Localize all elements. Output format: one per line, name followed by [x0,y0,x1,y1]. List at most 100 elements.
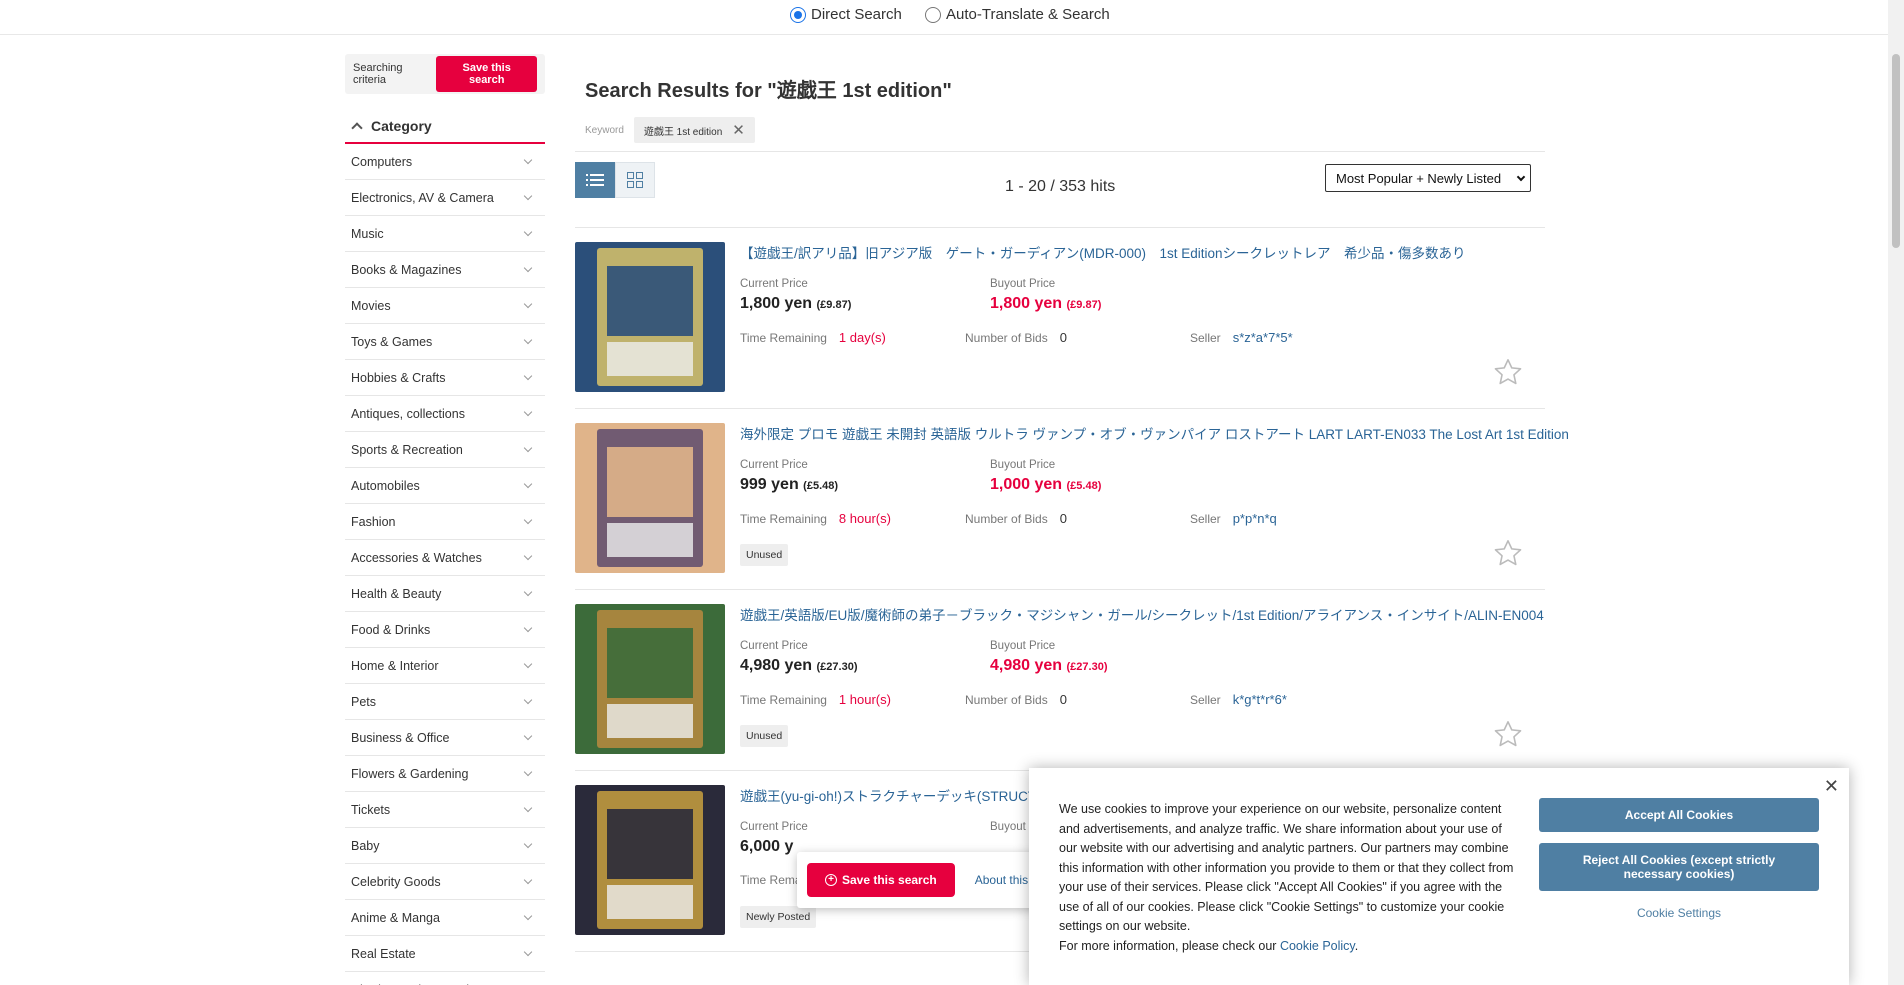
chevron-down-icon [523,731,533,740]
category-item[interactable]: Health & Beauty [345,576,545,612]
category-item[interactable]: Real Estate [345,936,545,972]
search-mode-bar: Direct Search Auto-Translate & Search [0,0,1888,35]
current-price-gbp: (£9.87) [816,299,852,311]
category-list: Computers Electronics, AV & Camera Music Bo… [345,144,545,985]
star-icon[interactable] [1493,720,1523,753]
category-item[interactable]: Sports & Recreation [345,432,545,468]
category-item[interactable]: Accessories & Watches [345,540,545,576]
category-item[interactable]: Celebrity Goods [345,864,545,900]
item-title-link[interactable]: 遊戯王(yu-gi-oh!)ストラクチャーデッキ(STRUCT [740,785,1036,805]
current-price-value: 4,980 yen (£27.30) [740,657,858,675]
category-header[interactable]: Category [345,110,545,144]
category-item[interactable]: Flowers & Gardening [345,756,545,792]
category-item[interactable]: Electronics, AV & Camera [345,180,545,216]
item-title-link[interactable]: 【遊戯王/訳アリ品】旧アジア版 ゲート・ガーディアン(MDR-000) 1st … [740,242,1466,262]
item-title-link[interactable]: 海外限定 プロモ 遊戯王 未開封 英語版 ウルトラ ヴァンプ・オブ・ヴァンパイア… [740,423,1569,443]
bids-value: 0 [1059,330,1067,345]
category-item[interactable]: Baby [345,828,545,864]
list-view-button[interactable] [575,162,615,198]
cookie-text: We use cookies to improve your experienc… [1059,802,1514,933]
number-of-bids: Number of Bids 0 [965,511,1067,526]
category-label: Antiques, collections [351,406,465,421]
buyout-price-value: 4,980 yen (£27.30) [990,657,1108,675]
grid-view-button[interactable] [615,162,655,198]
category-item[interactable]: Computers [345,144,545,180]
accept-cookies-button[interactable]: Accept All Cookies [1539,798,1819,832]
seller: Seller k*g*t*r*6* [1190,692,1287,707]
category-label: Tickets [351,802,391,817]
category-item[interactable]: Automobiles [345,468,545,504]
time-remaining-label: Time Remai [740,873,805,887]
chevron-down-icon [523,551,533,560]
chevron-down-icon [523,155,533,164]
item-thumbnail[interactable] [575,604,725,754]
number-of-bids: Number of Bids 0 [965,692,1067,707]
chevron-down-icon [523,695,533,704]
save-search-button[interactable]: Save this search [436,56,537,92]
time-remaining-label: Time Remaining [740,692,827,707]
category-item[interactable]: Movies [345,288,545,324]
buyout-price-value: 1,800 yen (£9.87) [990,295,1101,313]
category-item[interactable]: Food & Drinks [345,612,545,648]
chevron-down-icon [523,371,533,380]
category-item[interactable]: Hobbies & Crafts [345,360,545,396]
item-thumbnail[interactable] [575,242,725,392]
time-remaining: Time Remai [740,873,804,887]
cookie-policy-link[interactable]: Cookie Policy [1280,939,1355,953]
page-scrollbar[interactable] [1888,0,1904,985]
item-thumbnail[interactable] [575,423,725,573]
category-item[interactable]: Home & Interior [345,648,545,684]
category-item[interactable]: Pets [345,684,545,720]
chevron-up-icon [351,122,363,134]
category-item[interactable]: Books & Magazines [345,252,545,288]
chevron-down-icon [523,479,533,488]
item-title-link[interactable]: 遊戯王/英語版/EU版/魔術師の弟子－ブラック・マジシャン・ガール/シークレット… [740,604,1544,624]
star-icon[interactable] [1493,539,1523,572]
reject-cookies-button[interactable]: Reject All Cookies (except strictly nece… [1539,843,1819,891]
current-price-gbp: (£5.48) [803,480,839,492]
seller-value[interactable]: k*g*t*r*6* [1233,692,1287,707]
buyout-price-block: Buyout [990,821,1026,833]
about-link[interactable]: About this [975,873,1028,887]
close-icon[interactable]: ✕ [1824,776,1839,797]
current-price-yen: 999 yen [740,476,799,493]
category-item[interactable]: Tickets [345,792,545,828]
category-item[interactable]: Music [345,216,545,252]
chevron-down-icon [523,947,533,956]
radio-unselected-icon [925,6,941,23]
keyword-value: 遊戯王 1st edition [643,126,723,138]
current-price-label: Current Price [740,821,808,833]
star-icon[interactable] [1493,358,1523,391]
category-item[interactable]: Fashion [345,504,545,540]
close-icon[interactable]: ✕ [732,121,745,139]
cookie-settings-link[interactable]: Cookie Settings [1539,906,1819,920]
chevron-down-icon [1516,172,1526,181]
chevron-down-icon [523,875,533,884]
scrollbar-thumb[interactable] [1892,54,1900,248]
sort-select[interactable]: Most Popular + Newly Listed [1325,164,1531,192]
item-thumbnail[interactable] [575,785,725,935]
direct-search-radio[interactable]: Direct Search [790,6,902,23]
category-item[interactable]: Toys & Games [345,324,545,360]
category-title: Category [371,118,432,134]
result-item: 海外限定 プロモ 遊戯王 未開封 英語版 ウルトラ ヴァンプ・オブ・ヴァンパイア… [575,409,1569,590]
category-item[interactable]: Anime & Manga [345,900,545,936]
floating-save-label: Save this search [842,873,937,887]
seller-value[interactable]: p*p*n*q [1233,511,1277,526]
category-item[interactable]: Business & Office [345,720,545,756]
results-toolbar: 1 - 20 / 353 hits Most Popular + Newly L… [575,152,1545,228]
sidebar: Searching criteria Save this search Cate… [345,54,545,985]
category-item[interactable]: Charity Auction Goods [345,972,545,985]
seller-value[interactable]: s*z*a*7*5* [1233,330,1293,345]
time-remaining-value: 1 day(s) [838,330,886,345]
floating-save-button[interactable]: + Save this search [807,863,955,897]
keyword-label: Keyword [585,124,624,136]
category-label: Electronics, AV & Camera [351,190,494,205]
auto-translate-radio[interactable]: Auto-Translate & Search [925,6,1110,23]
category-label: Business & Office [351,730,450,745]
buyout-price-label: Buyout Price [990,278,1056,290]
category-label: Home & Interior [351,658,439,673]
buyout-price-value: 1,000 yen (£5.48) [990,476,1101,494]
category-item[interactable]: Antiques, collections [345,396,545,432]
chevron-down-icon [523,299,533,308]
